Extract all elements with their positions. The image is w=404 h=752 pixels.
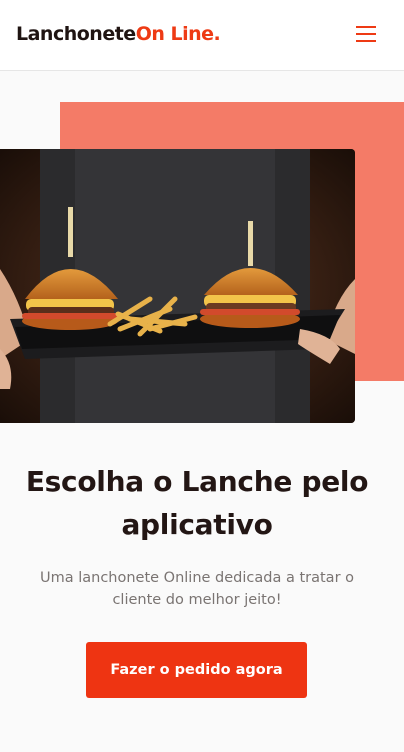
hamburger-menu-icon[interactable] — [352, 22, 380, 46]
hero-title: Escolha o Lanche pelo aplicativo — [25, 465, 369, 541]
logo-text-main: Lanchonete — [16, 23, 136, 45]
burger-tray-photo — [0, 149, 355, 423]
logo-text-accent: On Line. — [135, 23, 221, 45]
order-now-button[interactable]: Fazer o pedido agora — [86, 642, 307, 698]
brand-logo[interactable]: LanchoneteOn Line. — [16, 21, 221, 47]
hero-image — [0, 149, 355, 423]
site-header: LanchoneteOn Line. — [0, 0, 404, 71]
hero-description: Uma lanchonete Online dedicada a tratar … — [39, 570, 355, 608]
